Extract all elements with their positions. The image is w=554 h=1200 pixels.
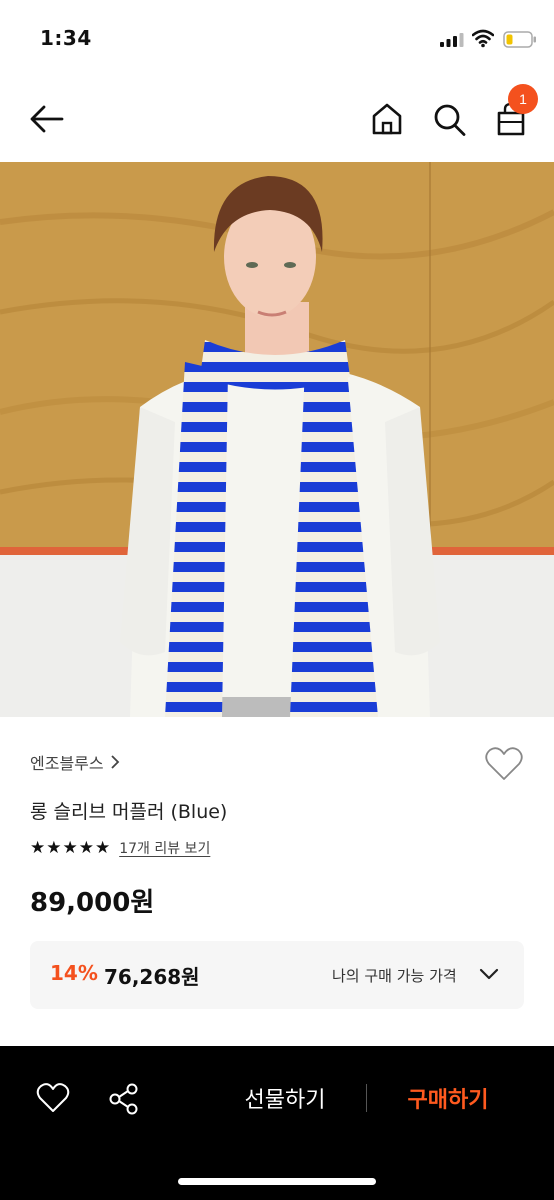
share-icon[interactable]	[108, 1082, 140, 1116]
signal-icon	[440, 33, 464, 47]
brand-link[interactable]: 엔조블루스	[30, 750, 120, 774]
chevron-right-icon	[110, 755, 119, 769]
status-time: 1:34	[40, 26, 92, 50]
search-icon[interactable]	[430, 98, 470, 140]
cart-count-badge: 1	[508, 84, 538, 114]
wifi-icon	[472, 29, 494, 48]
home-indicator	[178, 1178, 376, 1185]
discount-price: 76,268원	[104, 965, 200, 989]
product-price: 89,000원	[30, 888, 155, 918]
heart-icon[interactable]	[36, 1082, 70, 1114]
star-rating: ★★★★★	[30, 838, 112, 858]
brand-name: 엔조블루스	[30, 754, 104, 773]
available-price-label: 나의 구매 가능 가격	[332, 967, 457, 985]
battery-icon	[503, 31, 536, 48]
review-link[interactable]: 17개 리뷰 보기	[119, 838, 210, 858]
bottom-action-bar: 선물하기 구매하기	[0, 1046, 554, 1200]
chevron-down-icon[interactable]	[478, 963, 500, 985]
rating-row: ★★★★★ 17개 리뷰 보기	[30, 838, 210, 858]
status-bar: 1:34	[0, 0, 554, 80]
back-arrow-icon[interactable]	[26, 98, 68, 140]
product-name: 롱 슬리브 머플러 (Blue)	[30, 801, 228, 823]
gift-button[interactable]: 선물하기	[222, 1082, 348, 1114]
discount-box[interactable]: 14% 76,268원 나의 구매 가능 가격	[30, 941, 524, 1009]
product-photo[interactable]	[0, 162, 554, 717]
buy-button[interactable]: 구매하기	[388, 1082, 508, 1114]
nav-bar	[0, 80, 554, 162]
home-icon[interactable]	[368, 98, 406, 140]
discount-rate: 14%	[50, 961, 98, 985]
heart-icon[interactable]	[484, 746, 524, 782]
divider	[366, 1084, 367, 1112]
